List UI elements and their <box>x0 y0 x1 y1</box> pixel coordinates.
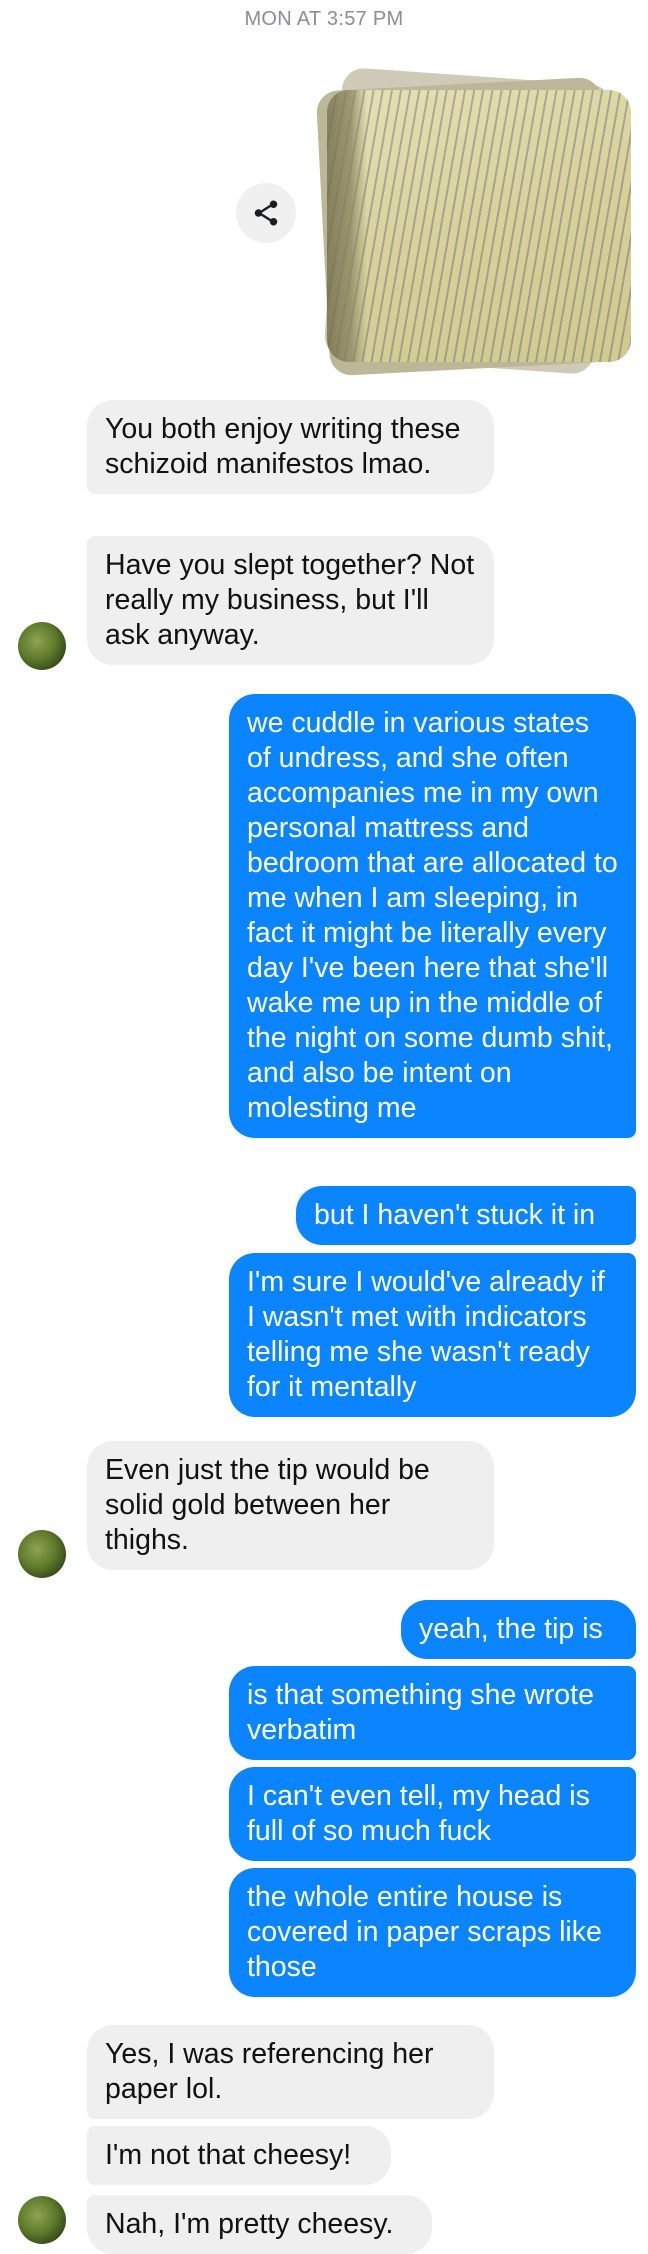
message-outgoing[interactable]: we cuddle in various states of undress, … <box>229 694 636 1138</box>
share-icon <box>254 200 278 226</box>
avatar[interactable] <box>18 2196 66 2244</box>
photo-front[interactable] <box>327 90 631 362</box>
message-outgoing[interactable]: I'm sure I would've already if I wasn't … <box>229 1253 636 1417</box>
avatar[interactable] <box>18 1530 66 1578</box>
message-incoming[interactable]: I'm not that cheesy! <box>87 2126 391 2185</box>
message-incoming[interactable]: You both enjoy writing these schizoid ma… <box>87 400 494 494</box>
message-outgoing[interactable]: but I haven't stuck it in <box>296 1186 636 1245</box>
message-incoming[interactable]: Nah, I'm pretty cheesy. <box>87 2195 432 2254</box>
message-incoming[interactable]: Yes, I was referencing her paper lol. <box>87 2025 494 2119</box>
shared-photo-stack[interactable] <box>313 66 643 377</box>
message-outgoing[interactable]: the whole entire house is covered in pap… <box>229 1868 636 1997</box>
message-incoming[interactable]: Have you slept together? Not really my b… <box>87 536 494 665</box>
message-outgoing[interactable]: is that something she wrote verbatim <box>229 1666 636 1760</box>
avatar[interactable] <box>18 622 66 670</box>
timestamp: MON AT 3:57 PM <box>244 8 404 30</box>
message-outgoing[interactable]: yeah, the tip is <box>401 1600 636 1659</box>
message-incoming[interactable]: Even just the tip would be solid gold be… <box>87 1441 494 1570</box>
share-button[interactable] <box>236 183 296 243</box>
message-outgoing[interactable]: I can't even tell, my head is full of so… <box>229 1767 636 1861</box>
